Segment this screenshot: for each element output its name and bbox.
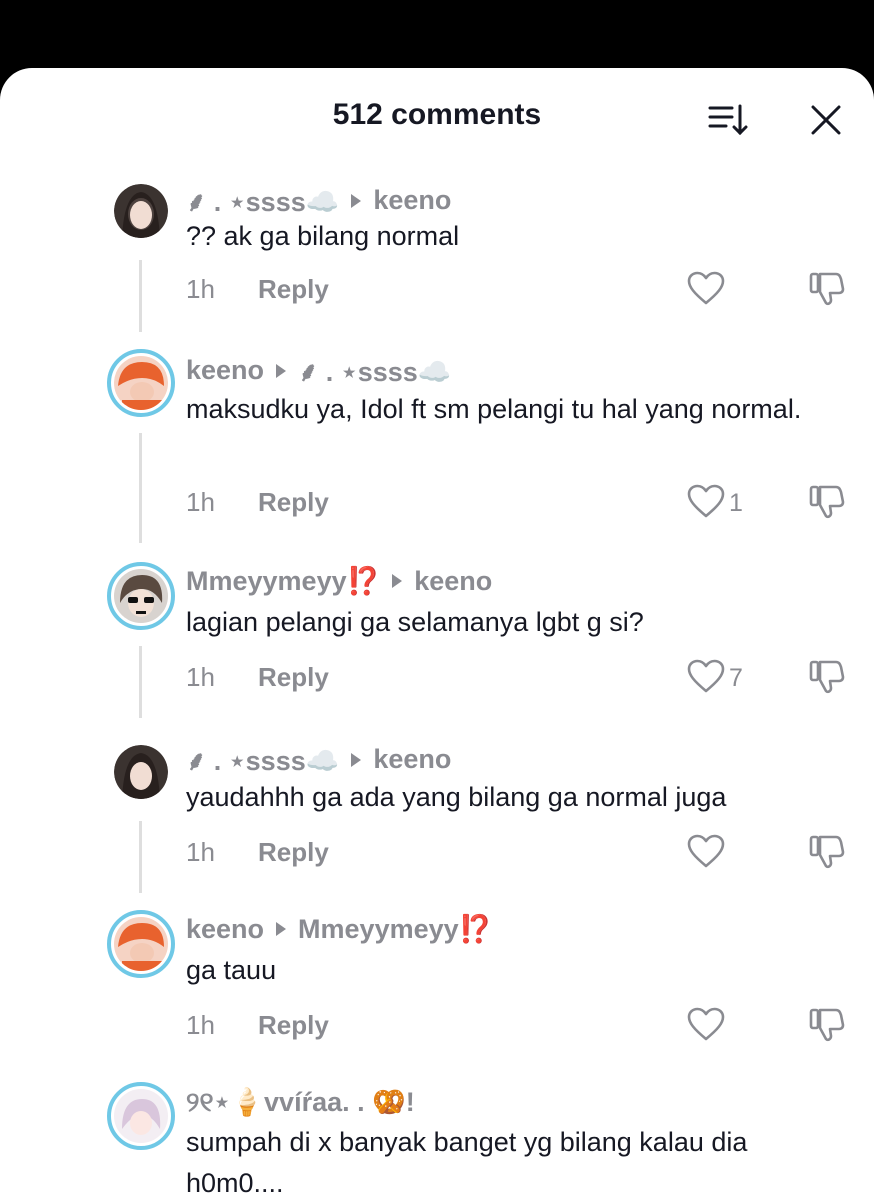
like-count: 1 [729,489,743,517]
reply-button[interactable]: Reply [258,274,329,305]
reply-button[interactable]: Reply [258,1010,329,1041]
comment-text: sumpah di x banyak banget yg bilang kala… [186,1127,748,1198]
heart-icon[interactable] [686,658,726,694]
avatar[interactable] [107,349,175,417]
reply-arrow-icon [392,574,403,588]
comment-meta: 1h Reply [186,837,846,877]
comment-text: lagian pelangi ga selamanya lgbt g si? [186,607,644,637]
thumbs-down-icon[interactable] [806,1004,848,1044]
author-emoji: ⁉️ [346,566,381,596]
comment-author-row[interactable]: keeno Mmeyymeyy ⁉️ [186,913,492,945]
comment-meta: 1h Reply [186,662,846,702]
reply-button[interactable]: Reply [258,487,329,518]
comment-time: 1h [186,1010,215,1040]
comment-author-row[interactable]: ୨୧⋆🍦vvíŕaa. . 🥨! [186,1086,415,1119]
thumbs-down-icon[interactable] [806,656,848,696]
reply-to-name[interactable]: keeno [373,185,451,216]
thumbs-down-icon[interactable] [806,268,848,308]
comment-time: 1h [186,274,215,304]
reply-to-name[interactable]: ⸙ . ⋆ssss☁️ [298,352,451,389]
comment-time: 1h [186,662,215,692]
reply-to-emoji: ⁉️ [458,914,493,944]
comment-meta: 1h Reply [186,274,846,314]
thumbs-down-icon[interactable] [806,481,848,521]
comment-author[interactable]: ⸙ . ⋆ssss☁️ [186,741,339,778]
avatar[interactable] [107,910,175,978]
comment-time: 1h [186,487,215,517]
comments-sheet: 512 comments ⸙ . ⋆ssss☁️ keeno ?? ak ga … [0,68,874,1200]
reply-to-name[interactable]: keeno [373,744,451,775]
thread-line [139,260,142,332]
comment-author-row[interactable]: ⸙ . ⋆ssss☁️ keeno [186,741,451,778]
comment-author[interactable]: keeno [186,355,264,386]
close-icon[interactable] [808,102,844,138]
thumbs-down-icon[interactable] [806,831,848,871]
heart-icon[interactable] [686,1006,726,1042]
comment-author[interactable]: Mmeyymeyy [186,566,347,597]
heart-icon[interactable] [686,833,726,869]
reply-arrow-icon [351,193,362,208]
comment-author[interactable]: ⸙ . ⋆ssss☁️ [186,182,339,219]
heart-icon[interactable] [686,270,726,306]
avatar[interactable] [114,184,168,238]
thread-line [139,433,142,543]
comment-text: ?? ak ga bilang normal [186,221,460,251]
comment-meta: 1h Reply [186,1010,846,1050]
avatar[interactable] [107,1082,175,1150]
comment-meta: 1h Reply [186,487,846,527]
comment-text: ga tauu [186,955,277,985]
comment-author[interactable]: ୨୧⋆🍦vvíŕaa. . 🥨! [186,1086,415,1119]
comment-author-row[interactable]: keeno ⸙ . ⋆ssss☁️ [186,352,451,389]
reply-to-name[interactable]: Mmeyymeyy [298,914,459,945]
reply-button[interactable]: Reply [258,837,329,868]
comment-author-row[interactable]: Mmeyymeyy ⁉️ keeno [186,565,492,597]
reply-button[interactable]: Reply [258,662,329,693]
thread-line [139,821,142,893]
comment-author[interactable]: keeno [186,914,264,945]
thread-line [139,646,142,718]
comment-author-row[interactable]: ⸙ . ⋆ssss☁️ keeno [186,182,451,219]
reply-to-name[interactable]: keeno [414,566,492,597]
reply-arrow-icon [276,922,287,936]
comment-time: 1h [186,837,215,867]
comment-text: yaudahhh ga ada yang bilang ga normal ju… [186,782,727,812]
like-count: 7 [729,664,743,692]
avatar[interactable] [107,562,175,630]
heart-icon[interactable] [686,483,726,519]
sort-icon[interactable] [706,102,750,138]
comment-text: maksudku ya, Idol ft sm pelangi tu hal y… [186,394,802,424]
avatar[interactable] [114,745,168,799]
reply-arrow-icon [276,363,287,378]
reply-arrow-icon [351,752,362,767]
